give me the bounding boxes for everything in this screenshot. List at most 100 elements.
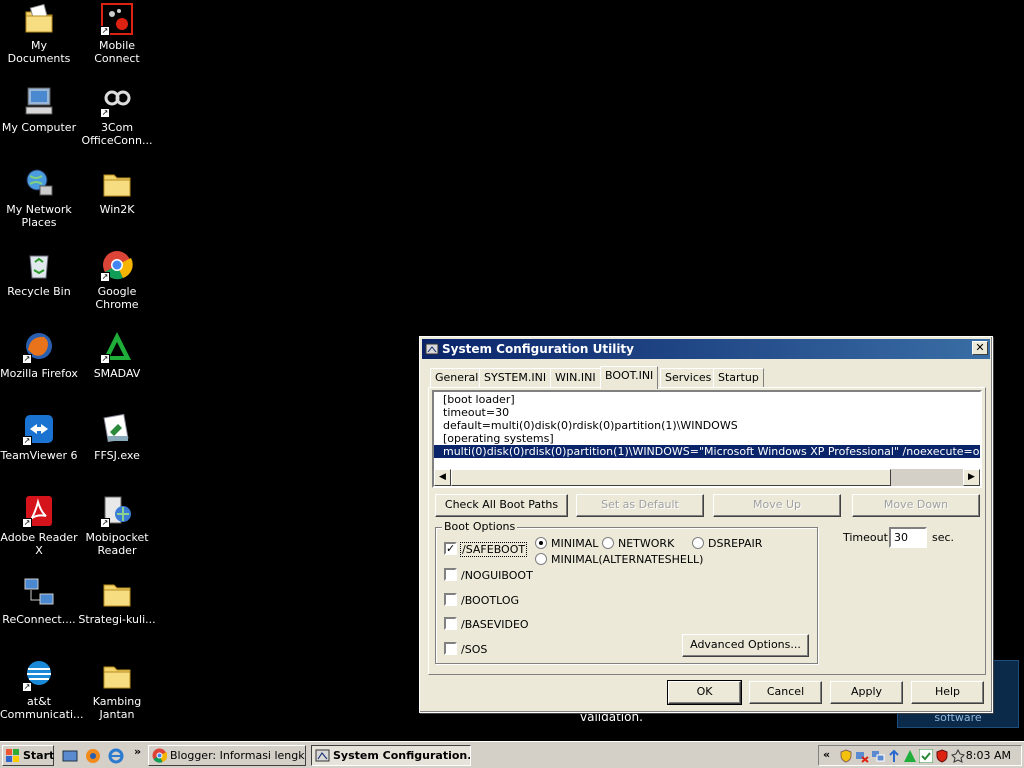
mobile-connect-icon: ↗ bbox=[100, 2, 134, 36]
taskbar: Start » Blogger: Informasi lengk... Syst… bbox=[0, 741, 1024, 768]
scrollbar-thumb[interactable] bbox=[451, 469, 891, 486]
noguiboot-checkbox[interactable] bbox=[444, 568, 457, 581]
clock[interactable]: 8:03 AM bbox=[966, 749, 1011, 762]
internet-explorer-icon[interactable] bbox=[108, 748, 124, 764]
shortcut-arrow-icon: ↗ bbox=[22, 682, 32, 692]
apply-button[interactable]: Apply bbox=[830, 681, 903, 704]
move-down-button[interactable]: Move Down bbox=[852, 494, 980, 517]
shortcut-arrow-icon: ↗ bbox=[22, 518, 32, 528]
desktop-icon-label: My Computer bbox=[1, 121, 77, 134]
minimal-alternateshell-radio[interactable] bbox=[535, 553, 547, 565]
tab-services[interactable]: Services bbox=[660, 368, 717, 388]
desktop-icon-label: FFSJ.exe bbox=[94, 449, 140, 462]
taskbar-item-system-configuration[interactable]: System Configuration... bbox=[311, 745, 471, 766]
advanced-options-button[interactable]: Advanced Options... bbox=[682, 634, 809, 657]
tab-system-ini[interactable]: SYSTEM.INI bbox=[479, 368, 552, 388]
taskbar-item-blogger[interactable]: Blogger: Informasi lengk... bbox=[148, 745, 306, 766]
sos-checkbox[interactable] bbox=[444, 642, 457, 655]
desktop-icon-label: ReConnect.... bbox=[2, 613, 76, 626]
help-button[interactable]: Help bbox=[911, 681, 984, 704]
dialog-titlebar[interactable]: System Configuration Utility ✕ bbox=[422, 339, 990, 359]
checkmark-icon[interactable] bbox=[918, 748, 934, 764]
minimal-label: MINIMAL bbox=[551, 537, 599, 550]
timeout-input[interactable]: 30 bbox=[889, 527, 927, 548]
antivirus-shield-icon[interactable] bbox=[935, 749, 949, 763]
tab-boot-ini[interactable]: BOOT.INI bbox=[600, 366, 659, 389]
desktop-icon-adobe-reader[interactable]: ↗ Adobe Reader X bbox=[0, 494, 79, 570]
list-item[interactable]: default=multi(0)disk(0)rdisk(0)partition… bbox=[443, 419, 738, 432]
arrow-up-icon[interactable] bbox=[887, 749, 901, 763]
desktop-icon-label: My Network Places bbox=[6, 203, 72, 229]
desktop-icon-reconnect[interactable]: ReConnect.... bbox=[0, 576, 79, 652]
desktop-icon-kambing-jantan[interactable]: Kambing Jantan bbox=[77, 658, 157, 734]
list-item[interactable]: timeout=30 bbox=[443, 406, 509, 419]
tab-win-ini[interactable]: WIN.INI bbox=[550, 368, 601, 388]
network-warning-icon[interactable] bbox=[855, 749, 869, 763]
desktop-icon-my-documents[interactable]: My Documents bbox=[0, 2, 79, 78]
computer-icon bbox=[22, 84, 56, 118]
bootlog-checkbox[interactable] bbox=[444, 593, 457, 606]
att-globe-icon: ↗ bbox=[22, 658, 56, 692]
safeboot-label: /SAFEBOOT bbox=[459, 542, 528, 557]
mobipocket-icon: ↗ bbox=[100, 494, 134, 528]
tab-startup[interactable]: Startup bbox=[713, 368, 764, 388]
shortcut-arrow-icon: ↗ bbox=[100, 518, 110, 528]
ffsj-icon bbox=[100, 412, 134, 446]
shortcut-arrow-icon: ↗ bbox=[100, 354, 110, 364]
pin-icon[interactable] bbox=[951, 748, 965, 763]
set-as-default-button[interactable]: Set as Default bbox=[576, 494, 704, 517]
shield-icon[interactable] bbox=[839, 749, 853, 763]
list-item[interactable]: [boot loader] bbox=[443, 393, 515, 406]
msconfig-icon bbox=[425, 342, 439, 356]
show-desktop-icon[interactable] bbox=[62, 748, 78, 764]
basevideo-checkbox[interactable] bbox=[444, 617, 457, 630]
dsrepair-radio[interactable] bbox=[692, 537, 704, 549]
check-all-boot-paths-button[interactable]: Check All Boot Paths bbox=[435, 494, 568, 517]
firefox-icon: ↗ bbox=[22, 330, 56, 364]
network-connection-icon[interactable] bbox=[871, 749, 885, 763]
folder-icon bbox=[100, 166, 134, 200]
tray-expand-icon[interactable]: « bbox=[823, 748, 830, 761]
desktop-icon-my-network-places[interactable]: My Network Places bbox=[0, 166, 79, 242]
desktop-icon-my-computer[interactable]: My Computer bbox=[0, 84, 79, 160]
close-button[interactable]: ✕ bbox=[972, 341, 988, 355]
start-button[interactable]: Start bbox=[2, 745, 54, 766]
desktop-icon-recycle-bin[interactable]: Recycle Bin bbox=[0, 248, 79, 324]
recycle-bin-icon bbox=[22, 248, 56, 282]
desktop-icon-label: Kambing Jantan bbox=[92, 695, 142, 721]
smadav-tray-icon[interactable] bbox=[903, 749, 917, 763]
desktop-icon-mobipocket[interactable]: ↗ Mobipocket Reader bbox=[77, 494, 157, 570]
cancel-button[interactable]: Cancel bbox=[749, 681, 822, 704]
desktop-icon-label: SMADAV bbox=[93, 367, 141, 380]
firefox-quicklaunch-icon[interactable] bbox=[85, 748, 101, 764]
desktop-icon-teamviewer[interactable]: ↗ TeamViewer 6 bbox=[0, 412, 79, 488]
desktop-icon-google-chrome[interactable]: ↗ Google Chrome bbox=[77, 248, 157, 324]
desktop-icon-label: Mozilla Firefox bbox=[0, 367, 78, 380]
dialog-title: System Configuration Utility bbox=[442, 342, 634, 356]
desktop-icon-ffsj[interactable]: FFSJ.exe bbox=[77, 412, 157, 488]
desktop-icon-mozilla-firefox[interactable]: ↗ Mozilla Firefox bbox=[0, 330, 79, 406]
boot-ini-listbox[interactable]: [boot loader] timeout=30 default=multi(0… bbox=[432, 390, 982, 488]
desktop-icon-3com[interactable]: ↗ 3Com OfficeConn... bbox=[77, 84, 157, 160]
desktop-icon-smadav[interactable]: ↗ SMADAV bbox=[77, 330, 157, 406]
quicklaunch-overflow-icon[interactable]: » bbox=[134, 745, 141, 758]
system-tray: « 8:03 AM bbox=[818, 745, 1022, 766]
ok-button[interactable]: OK bbox=[667, 680, 742, 705]
scroll-left-arrow-icon[interactable]: ◀ bbox=[434, 469, 451, 486]
move-up-button[interactable]: Move Up bbox=[713, 494, 841, 517]
desktop-icon-win2k[interactable]: Win2K bbox=[77, 166, 157, 242]
list-item-selected[interactable]: multi(0)disk(0)rdisk(0)partition(1)\WIND… bbox=[434, 445, 980, 458]
minimal-radio[interactable] bbox=[535, 537, 547, 549]
3com-link-icon: ↗ bbox=[100, 84, 134, 118]
horizontal-scrollbar[interactable]: ◀ ▶ bbox=[434, 469, 980, 486]
desktop-icon-att[interactable]: ↗ at&t Communicati... bbox=[0, 658, 84, 734]
desktop-icon-strategi[interactable]: Strategi-kuli... bbox=[77, 576, 157, 652]
safeboot-checkbox[interactable]: ✓ bbox=[444, 542, 457, 555]
scroll-right-arrow-icon[interactable]: ▶ bbox=[963, 469, 980, 486]
list-item[interactable]: [operating systems] bbox=[443, 432, 554, 445]
desktop-icon-mobile-connect[interactable]: ↗ Mobile Connect bbox=[77, 2, 157, 78]
tab-general[interactable]: General bbox=[430, 368, 484, 388]
network-radio[interactable] bbox=[602, 537, 614, 549]
windows-logo-icon bbox=[6, 749, 20, 762]
chrome-icon bbox=[152, 748, 168, 763]
